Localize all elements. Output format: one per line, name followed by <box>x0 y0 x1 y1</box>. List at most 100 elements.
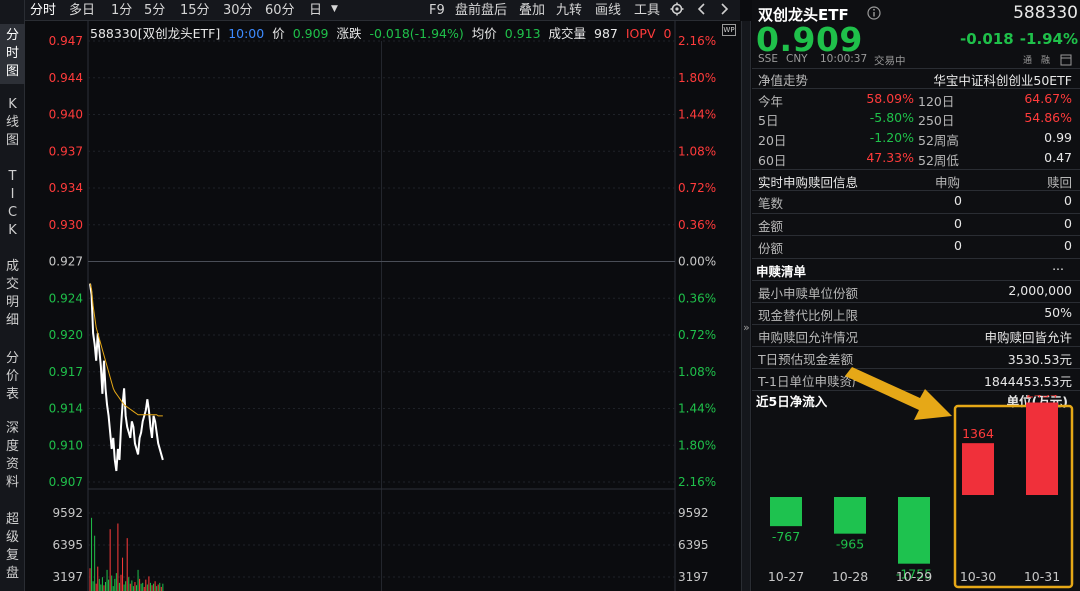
tab-super-review[interactable]: 超级复盘 <box>0 511 25 591</box>
price-change: -0.018 <box>960 30 1014 48</box>
row-label: 金额 <box>758 219 784 234</box>
avg-price-line <box>89 283 163 417</box>
stat-label: 52周低 <box>918 153 959 168</box>
volume-tick-label: 3197 <box>52 570 83 584</box>
inflow-bar <box>962 443 994 495</box>
stat-label: 20日 <box>758 133 787 148</box>
redeem-value: 0 <box>1064 238 1072 253</box>
subscription-row: 金额 0 0 <box>752 216 1080 236</box>
nav-stats-row: 20日 -1.20% 52周高 0.99 <box>752 130 1080 149</box>
period-tab-multiday[interactable]: 多日 <box>69 0 95 21</box>
expand-icon[interactable] <box>1060 54 1072 69</box>
pct-tick-label: 0.00% <box>678 255 716 269</box>
volume-label: 成交量 <box>548 26 587 41</box>
pct-tick-label: 1.80% <box>678 438 716 452</box>
overlay-button[interactable]: 叠加 <box>519 0 545 21</box>
tab-trade-detail[interactable]: 成交明细 <box>0 258 25 338</box>
price-tick-label: 0.944 <box>49 71 83 85</box>
price-tick-label: 0.947 <box>49 34 83 48</box>
more-button[interactable]: ... <box>1052 258 1064 273</box>
gear-icon[interactable] <box>670 0 684 21</box>
inflow-date-label: 10-30 <box>960 569 996 584</box>
pct-tick-label: 1.80% <box>678 71 716 85</box>
avg-price-value: 0.913 <box>504 26 541 41</box>
price-value: 0.909 <box>292 26 329 41</box>
period-tab-1min[interactable]: 1分 <box>111 0 132 21</box>
period-tab-30min[interactable]: 30分 <box>223 0 253 21</box>
period-tab-15min[interactable]: 15分 <box>180 0 210 21</box>
pct-tick-label: 0.36% <box>678 218 716 232</box>
inflow-date-label: 10-27 <box>768 569 804 584</box>
price-tick-label: 0.907 <box>49 475 83 489</box>
price-tick-label: 0.910 <box>49 438 83 452</box>
quote-side-panel: 双创龙头ETF 588330 0.909 -0.018 -1.94% SSE C… <box>752 0 1080 591</box>
wp-badge-icon[interactable]: WP <box>722 24 736 36</box>
tab-depth-data[interactable]: 深度资料 <box>0 420 25 500</box>
period-tab-60min[interactable]: 60分 <box>265 0 295 21</box>
draw-line-button[interactable]: 画线 <box>595 0 621 21</box>
volume-value: 987 <box>594 26 618 41</box>
tools-button[interactable]: 工具 <box>634 0 660 21</box>
redemption-row: 现金替代比例上限 50% <box>752 305 1080 325</box>
inflow-bar <box>898 497 930 564</box>
stat-value: 54.86% <box>1024 110 1072 125</box>
nav-trend-label[interactable]: 净值走势 <box>758 70 808 89</box>
redemption-list-title: 申赎清单 <box>756 264 807 279</box>
f9-button[interactable]: F9 <box>429 0 445 21</box>
price-tick-label: 0.940 <box>49 108 83 122</box>
trading-status: 交易中 <box>874 55 906 67</box>
stat-value: 58.09% <box>866 91 914 106</box>
price-tick-label: 0.920 <box>49 328 83 342</box>
quote-info-line: 588330[双创龙头ETF] 10:00 价 0.909 涨跌 -0.018(… <box>90 23 675 41</box>
tab-intraday[interactable]: 分时图 <box>0 24 25 84</box>
row-label: 笔数 <box>758 196 784 211</box>
period-tab-daily[interactable]: 日 <box>309 0 322 21</box>
double-chevron-right-icon: » <box>743 321 750 334</box>
price-tick-label: 0.917 <box>49 365 83 379</box>
tab-price-distribution[interactable]: 分价表 <box>0 350 25 410</box>
intraday-chart-svg: 0.947 2.16% 0.944 1.80% 0.940 1.44% 0.937 1.08%… <box>49 21 716 591</box>
pct-tick-label: 1.44% <box>678 402 716 416</box>
tracking-index-name: 华宝中证科创创业50ETF <box>933 73 1072 88</box>
tab-kline[interactable]: K线图 <box>0 96 25 156</box>
tab-tick[interactable]: TICK <box>0 168 25 248</box>
subscribe-column-header: 申购 <box>935 175 961 190</box>
chevron-right-icon[interactable] <box>719 0 729 21</box>
view-tab-bar: 分时图 K线图 TICK 成交明细 分价表 深度资料 超级复盘 <box>0 0 25 591</box>
intraday-chart[interactable]: 0.947 2.16% 0.944 1.80% 0.940 1.44% 0.937 1.08%… <box>25 21 740 591</box>
subscribe-value: 0 <box>954 238 962 253</box>
price-tick-label: 0.930 <box>49 218 83 232</box>
price-change-pct: -1.94% <box>1019 30 1078 48</box>
inflow-bar <box>770 497 802 527</box>
redeem-column-header: 赎回 <box>1046 175 1072 190</box>
stat-label: 52周高 <box>918 133 959 148</box>
stat-value: 64.67% <box>1024 91 1072 106</box>
security-code-name: 588330[双创龙头ETF] <box>90 26 221 41</box>
nav-stats-row: 5日 -5.80% 250日 54.86% <box>752 110 1080 129</box>
chevron-left-icon[interactable] <box>697 0 707 21</box>
row-label: 现金替代比例上限 <box>758 308 859 323</box>
panel-collapse-handle[interactable]: » <box>741 21 751 591</box>
quote-timestamp: 10:00:37 <box>820 53 868 65</box>
period-tab-intraday[interactable]: 分时 <box>30 0 56 21</box>
volume-tick-label: 9592 <box>52 506 83 520</box>
subscription-row: 份额 0 0 <box>752 238 1080 258</box>
chevron-down-icon[interactable]: ▼ <box>331 0 338 20</box>
row-value: 50% <box>1044 305 1072 320</box>
row-label: T日预估现金差额 <box>758 352 854 367</box>
price-label: 价 <box>272 26 285 41</box>
volume-tick-label: 3197 <box>678 570 709 584</box>
nine-turn-button[interactable]: 九转 <box>556 0 582 21</box>
period-tab-5min[interactable]: 5分 <box>144 0 165 21</box>
nav-stats-row: 今年 58.09% 120日 64.67% <box>752 91 1080 110</box>
stat-label: 60日 <box>758 153 787 168</box>
period-toolbar: 分时 多日 1分 5分 15分 30分 60分 日 ▼ F9 盘前盘后 叠加 九… <box>25 0 740 21</box>
volume-tick-label: 6395 <box>678 538 709 552</box>
inflow-date-label: 10-31 <box>1024 569 1060 584</box>
stat-value: 0.47 <box>1044 150 1072 165</box>
pre-post-market-button[interactable]: 盘前盘后 <box>455 0 507 21</box>
iopv-label: IOPV <box>625 26 656 41</box>
inflow-bar <box>1026 402 1058 495</box>
iopv-value: 0 <box>663 26 672 41</box>
row-label: 最小申赎单位份额 <box>758 286 859 301</box>
